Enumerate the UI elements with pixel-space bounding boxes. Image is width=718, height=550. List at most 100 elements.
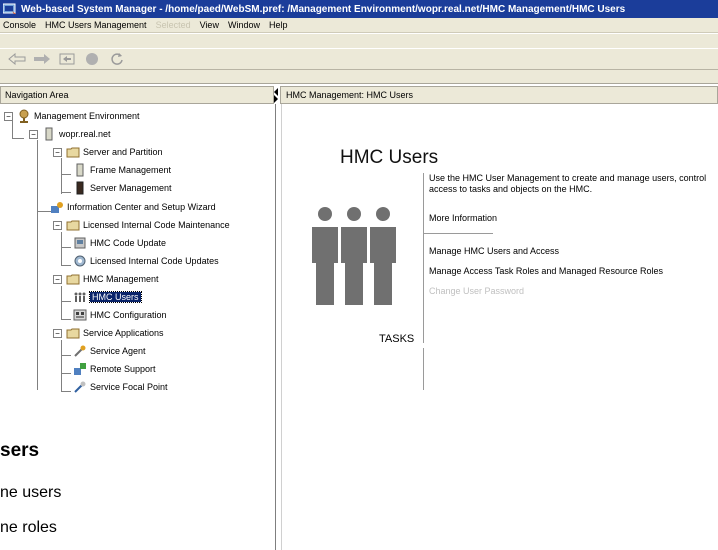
tree-node-label: HMC Code Update (90, 238, 167, 248)
menu-hmc-users-management[interactable]: HMC Users Management (45, 20, 147, 30)
tree-line (61, 247, 71, 248)
tree-node-service-focal-point[interactable]: Service Focal Point (73, 380, 168, 394)
tree-line (61, 265, 71, 266)
tasks-label: TASKS (379, 333, 415, 345)
tree-line (61, 319, 71, 320)
tree-line (61, 232, 62, 266)
tree-node-service-agent[interactable]: Service Agent (73, 344, 146, 358)
task-manage-hmc-users[interactable]: Manage HMC Users and Access (429, 246, 559, 256)
tree-line (61, 301, 71, 302)
tree-node-label: Licensed Internal Code Maintenance (83, 220, 230, 230)
tree-node-management-environment[interactable]: Management Environment (17, 109, 140, 123)
tree-line (61, 286, 62, 320)
remote-icon (74, 363, 86, 375)
expand-toggle[interactable]: − (53, 329, 62, 338)
forward-button[interactable] (31, 50, 53, 68)
tree-line (12, 120, 13, 138)
tree-node-hmc-users[interactable]: HMC Users (73, 290, 142, 304)
tree-line (61, 373, 71, 374)
forward-icon (34, 54, 50, 64)
more-information-link[interactable]: More Information (429, 213, 497, 223)
tree-line (61, 391, 71, 392)
tree-node-label: Frame Management (90, 165, 172, 175)
frame-icon (76, 163, 84, 177)
task-change-user-password: Change User Password (429, 286, 525, 296)
toolbar-row (0, 48, 718, 70)
tree-line (12, 138, 24, 139)
overlay-line-1: ne users (0, 484, 62, 501)
tree-line (37, 211, 51, 212)
folder-icon (66, 220, 80, 231)
tree-node-label: HMC Configuration (90, 310, 167, 320)
page-title: HMC Users (340, 147, 439, 168)
tree-node-label: Service Focal Point (90, 382, 168, 392)
hmc-code-icon (74, 237, 86, 249)
tree-node-server-and-partition[interactable]: Server and Partition (66, 145, 163, 159)
up-icon (59, 53, 75, 65)
tree-line (61, 174, 71, 175)
overlay-line-2: ne roles (0, 519, 57, 536)
tree-node-label: Server and Partition (83, 147, 163, 157)
title-bar: Web-based System Manager - /home/paed/We… (0, 0, 718, 18)
window-title: Web-based System Manager - /home/paed/We… (21, 3, 626, 15)
back-icon (8, 53, 26, 65)
content-header-title: HMC Management: HMC Users (286, 90, 414, 100)
expand-toggle[interactable]: − (53, 221, 62, 230)
tree-node-label: Management Environment (34, 111, 140, 121)
tasks-divider (423, 173, 424, 343)
stop-icon (86, 53, 98, 65)
tree-node-service-applications[interactable]: Service Applications (66, 326, 164, 340)
folder-icon (66, 147, 80, 158)
code-updates-icon (74, 255, 86, 267)
tree-node-label: wopr.real.net (59, 129, 111, 139)
refresh-button[interactable] (106, 50, 128, 68)
server-dark-icon (76, 181, 84, 195)
users-icon (74, 292, 86, 302)
menu-console[interactable]: Console (3, 20, 36, 30)
back-button[interactable] (6, 50, 28, 68)
tree-node-hmc-configuration[interactable]: HMC Configuration (73, 308, 167, 322)
tree-node-hmc-code-update[interactable]: HMC Code Update (73, 236, 166, 250)
overlay-heading: sers (0, 440, 40, 461)
splitter-arrows-icon[interactable] (272, 86, 280, 104)
task-manage-access-roles[interactable]: Manage Access Task Roles and Managed Res… (429, 266, 663, 276)
up-button[interactable] (56, 50, 78, 68)
tasks-divider (423, 348, 424, 390)
expand-toggle[interactable]: − (53, 148, 62, 157)
tree-line (37, 140, 38, 156)
tree-node-frame-management[interactable]: Frame Management (73, 163, 171, 177)
tree-node-hmc-management[interactable]: HMC Management (66, 272, 159, 286)
tree-line (37, 156, 38, 390)
description-text: Use the HMC User Management to create an… (429, 173, 707, 194)
tree-node-label: HMC Management (83, 274, 159, 284)
tree-node-label: Service Applications (83, 328, 164, 338)
navigation-area-title: Navigation Area (5, 90, 69, 100)
content-header: HMC Management: HMC Users (280, 86, 718, 104)
stop-button[interactable] (81, 50, 103, 68)
menu-window[interactable]: Window (228, 20, 260, 30)
tree-node-licensed-internal-code-updates[interactable]: Licensed Internal Code Updates (73, 254, 219, 268)
tree-line (61, 340, 62, 392)
tree-node-label: Licensed Internal Code Updates (90, 256, 219, 266)
folder-icon (66, 328, 80, 339)
tree-node-label: Information Center and Setup Wizard (67, 202, 216, 212)
menu-view[interactable]: View (200, 20, 219, 30)
tree-node-information-center[interactable]: Information Center and Setup Wizard (50, 200, 216, 214)
tree-node-remote-support[interactable]: Remote Support (73, 362, 156, 376)
wrench-icon (74, 381, 86, 393)
refresh-icon (111, 53, 123, 65)
info-wizard-icon (51, 202, 63, 213)
expand-toggle[interactable]: − (53, 275, 62, 284)
wrench-icon (74, 345, 86, 357)
menu-help[interactable]: Help (269, 20, 288, 30)
navigation-area-header: Navigation Area (0, 86, 274, 104)
expand-toggle[interactable]: − (29, 130, 38, 139)
expand-toggle[interactable]: − (4, 112, 13, 121)
tree-node-server-management[interactable]: Server Management (73, 181, 172, 195)
toolbar (0, 34, 718, 84)
folder-icon (66, 274, 80, 285)
tree-node-licensed-internal-code-maintenance[interactable]: Licensed Internal Code Maintenance (66, 218, 230, 232)
menu-bar: Console HMC Users Management Selected Vi… (0, 18, 718, 33)
content-panel (281, 104, 718, 550)
tree-node-wopr-real-net[interactable]: wopr.real.net (42, 127, 111, 141)
